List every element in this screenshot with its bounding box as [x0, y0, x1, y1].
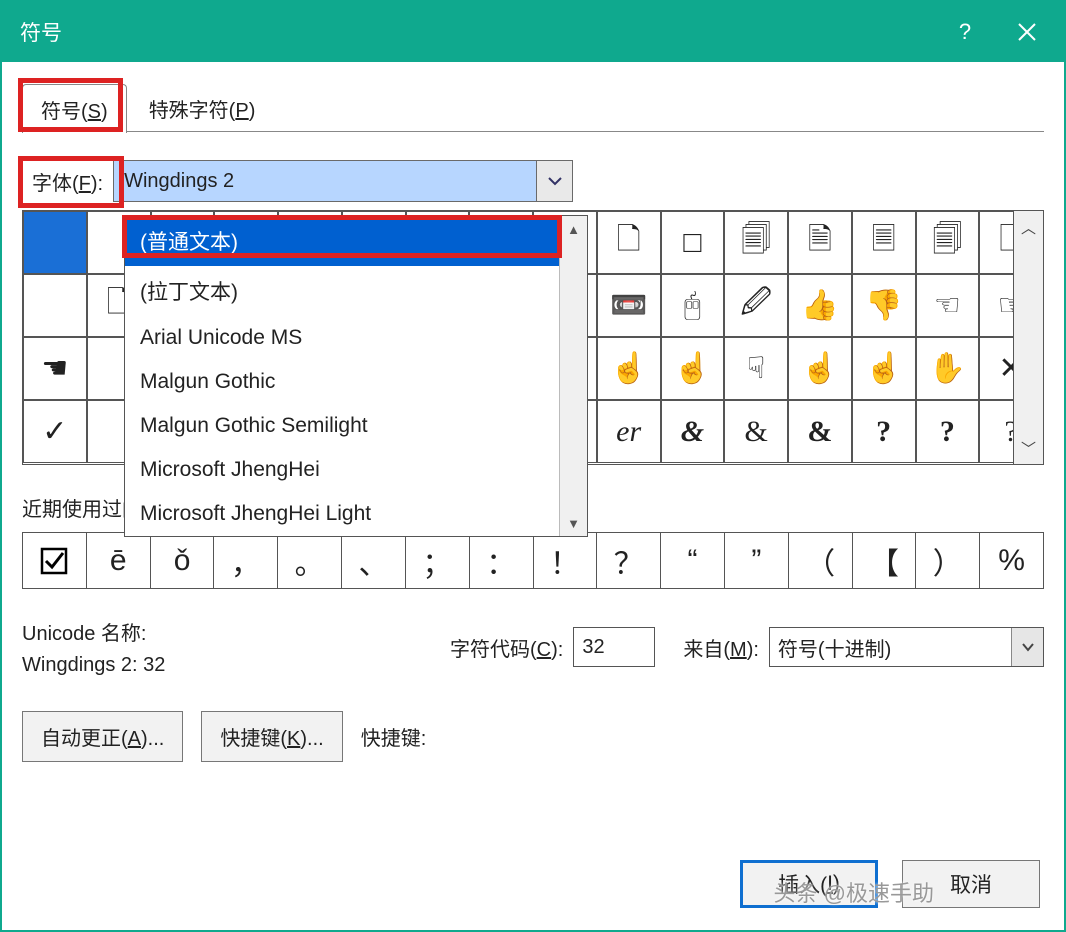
- grid-cell[interactable]: 🗋: [597, 211, 661, 274]
- grid-cell[interactable]: [23, 274, 87, 337]
- recent-cell[interactable]: ？: [597, 533, 661, 588]
- grid-cell[interactable]: 🗏: [852, 211, 916, 274]
- recent-cell[interactable]: ）: [916, 533, 980, 588]
- recent-cell[interactable]: ē: [87, 533, 151, 588]
- font-option[interactable]: Arial Unicode MS: [125, 316, 587, 360]
- grid-cell[interactable]: 🖉: [724, 274, 788, 337]
- grid-cell[interactable]: 🖰: [661, 274, 725, 337]
- grid-cell[interactable]: &: [788, 400, 852, 463]
- grid-cell[interactable]: 📼: [597, 274, 661, 337]
- font-option[interactable]: Microsoft JhengHei Light: [125, 492, 587, 536]
- title-bar: 符号 ?: [2, 2, 1064, 62]
- recent-cell[interactable]: 【: [853, 533, 917, 588]
- recent-cell[interactable]: 、: [342, 533, 406, 588]
- font-label: 字体(F):: [22, 161, 113, 202]
- font-combobox[interactable]: Wingdings 2: [113, 160, 573, 202]
- recent-cell[interactable]: ！: [534, 533, 598, 588]
- chevron-down-icon[interactable]: [1011, 628, 1043, 666]
- font-value[interactable]: Wingdings 2: [114, 161, 536, 201]
- grid-cell[interactable]: &: [724, 400, 788, 463]
- scroll-track[interactable]: [1014, 243, 1043, 432]
- recent-cell[interactable]: 。: [278, 533, 342, 588]
- font-option[interactable]: (拉丁文本): [125, 266, 587, 316]
- tab-strip: 符号(S) 特殊字符(P): [22, 82, 1044, 132]
- grid-cell[interactable]: ✋: [916, 337, 980, 400]
- grid-cell[interactable]: er: [597, 400, 661, 463]
- charcode-label: 字符代码(C):: [450, 633, 563, 662]
- dialog-title: 符号: [20, 17, 934, 47]
- recent-cell[interactable]: ，: [214, 533, 278, 588]
- scroll-track[interactable]: [560, 242, 587, 510]
- grid-cell[interactable]: [23, 211, 87, 274]
- cancel-button[interactable]: 取消: [902, 860, 1040, 908]
- from-select[interactable]: 符号(十进制): [769, 627, 1044, 667]
- grid-cell[interactable]: ☜: [916, 274, 980, 337]
- unicode-name-value: Wingdings 2: 32: [22, 654, 442, 677]
- recent-cell[interactable]: “: [661, 533, 725, 588]
- grid-cell[interactable]: ☝: [661, 337, 725, 400]
- shortcut-label: 快捷键:: [361, 722, 427, 751]
- tab-symbols[interactable]: 符号(S): [22, 84, 127, 133]
- dropdown-scrollbar[interactable]: ▲ ▼: [559, 216, 587, 536]
- grid-cell[interactable]: ?: [916, 400, 980, 463]
- grid-cell[interactable]: ☝: [852, 337, 916, 400]
- charcode-input[interactable]: 32: [573, 627, 655, 667]
- recent-symbols-row: ē ǒ ， 。 、 ； ： ！ ？ “ ” （ 【 ） %: [22, 532, 1044, 589]
- shortcut-key-button[interactable]: 快捷键(K)...: [201, 711, 342, 762]
- grid-cell[interactable]: ?: [852, 400, 916, 463]
- recent-cell[interactable]: ”: [725, 533, 789, 588]
- grid-cell[interactable]: 👎: [852, 274, 916, 337]
- grid-cell[interactable]: ✓: [23, 400, 87, 463]
- font-row: 字体(F): Wingdings 2: [22, 160, 1044, 202]
- info-row: Unicode 名称: Wingdings 2: 32 字符代码(C): 32 …: [22, 617, 1044, 677]
- grid-scrollbar[interactable]: ︿ ﹀: [1013, 211, 1043, 464]
- recent-cell[interactable]: （: [789, 533, 853, 588]
- insert-button[interactable]: 插入(I): [740, 860, 878, 908]
- footer-buttons: 插入(I) 取消: [740, 860, 1040, 908]
- shortcut-row: 自动更正(A)... 快捷键(K)... 快捷键:: [22, 711, 1044, 762]
- grid-cell[interactable]: ☚: [23, 337, 87, 400]
- font-option[interactable]: (普通文本): [125, 216, 587, 266]
- font-option[interactable]: Malgun Gothic Semilight: [125, 404, 587, 448]
- close-button[interactable]: [996, 2, 1058, 62]
- unicode-name-label: Unicode 名称:: [22, 617, 442, 646]
- grid-cell[interactable]: 🗎: [788, 211, 852, 274]
- tab-special-chars[interactable]: 特殊字符(P): [131, 82, 274, 131]
- recent-cell[interactable]: [23, 533, 87, 588]
- help-button[interactable]: ?: [934, 2, 996, 62]
- grid-cell[interactable]: &: [661, 400, 725, 463]
- font-dropdown-list[interactable]: (普通文本) (拉丁文本) Arial Unicode MS Malgun Go…: [124, 215, 588, 537]
- recent-cell[interactable]: ǒ: [151, 533, 215, 588]
- recent-cell[interactable]: ：: [470, 533, 534, 588]
- grid-cell[interactable]: ☟: [724, 337, 788, 400]
- from-value: 符号(十进制): [778, 633, 891, 662]
- scroll-down-icon[interactable]: ﹀: [1014, 432, 1043, 464]
- grid-cell[interactable]: 🗐: [724, 211, 788, 274]
- grid-cell[interactable]: 🗐: [916, 211, 980, 274]
- chevron-down-icon[interactable]: [536, 161, 572, 201]
- from-label: 来自(M):: [683, 633, 759, 662]
- font-option[interactable]: Microsoft JhengHei: [125, 448, 587, 492]
- font-option[interactable]: Malgun Gothic: [125, 360, 587, 404]
- grid-cell[interactable]: □: [661, 211, 725, 274]
- scroll-up-icon[interactable]: ▲: [560, 216, 587, 242]
- symbol-dialog: 符号 ? 符号(S) 特殊字符(P) 字体(F): Wingdings 2: [0, 0, 1066, 932]
- recent-cell[interactable]: ；: [406, 533, 470, 588]
- scroll-down-icon[interactable]: ▼: [560, 510, 587, 536]
- scroll-up-icon[interactable]: ︿: [1014, 211, 1043, 243]
- grid-cell[interactable]: 👍: [788, 274, 852, 337]
- grid-cell[interactable]: ☝: [597, 337, 661, 400]
- grid-cell[interactable]: ☝: [788, 337, 852, 400]
- recent-cell[interactable]: %: [980, 533, 1043, 588]
- autocorrect-button[interactable]: 自动更正(A)...: [22, 711, 183, 762]
